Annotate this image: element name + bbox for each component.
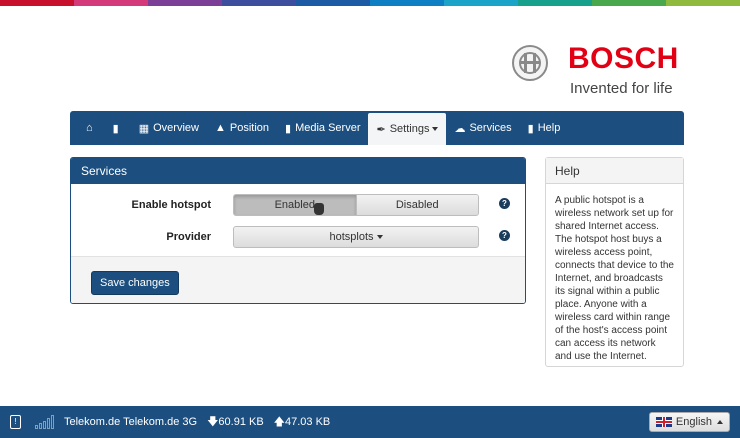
chevron-down-icon (376, 235, 383, 239)
chevron-up-icon (717, 420, 723, 424)
sim-alert-icon: ! (10, 415, 21, 429)
nav-settings[interactable]: ✒ Settings (368, 113, 447, 145)
question-icon[interactable]: ? (499, 198, 510, 209)
help-panel-title: Help (546, 158, 683, 184)
nav-media-server[interactable]: ▮ Media Server (277, 111, 368, 145)
download-stat: 🡇60.91 KB (207, 413, 264, 432)
hotspot-label: Enable hotspot (131, 199, 211, 211)
top-color-strip (0, 0, 740, 6)
brand-name: BOSCH (568, 42, 679, 75)
nav-position[interactable]: ▲ Position (207, 111, 277, 145)
nav-home[interactable]: ⌂ (78, 111, 105, 145)
hotspot-toggle[interactable]: Enabled Disabled (233, 194, 479, 216)
brand-tagline: Invented for life (570, 80, 673, 97)
home-icon: ⌂ (86, 122, 93, 134)
main-navbar: ⌂ ▮ ▦ Overview ▲ Position ▮ Media Server ✒ S… (70, 111, 684, 145)
nav-media-server-label: Media Server (295, 122, 361, 134)
status-bar: ! Telekom.de Telekom.de 3G 🡇60.91 KB 🡅47… (0, 406, 740, 438)
cloud-icon: ☁ (454, 122, 466, 135)
grid-icon: ▦ (138, 122, 150, 135)
nav-help-label: Help (537, 122, 561, 134)
services-panel: Services Enable hotspot Enabled Disabled… (70, 157, 526, 304)
road-icon: ▲ (214, 122, 226, 134)
chat-icon: ▮ (112, 122, 119, 135)
download-value: 60.91 KB (218, 415, 264, 428)
nav-help[interactable]: ▮ Help (520, 111, 569, 145)
arrow-up-icon: 🡅 (273, 415, 285, 428)
upload-stat: 🡅47.03 KB (274, 413, 331, 432)
nav-overview-label: Overview (153, 122, 199, 134)
question-icon[interactable]: ? (499, 230, 510, 241)
file-icon: ▮ (285, 122, 292, 135)
arrow-down-icon: 🡇 (207, 415, 219, 428)
nav-messages[interactable]: ▮ (105, 111, 131, 145)
hand-cursor-icon (314, 203, 324, 215)
chevron-down-icon (432, 127, 439, 131)
provider-select[interactable]: hotsplots (233, 226, 479, 248)
book-icon: ▮ (527, 122, 534, 135)
uk-flag-icon (655, 417, 672, 427)
provider-label: Provider (166, 231, 211, 243)
provider-value: hotsplots (329, 231, 374, 243)
language-selector[interactable]: English (648, 412, 730, 432)
hotspot-enabled-option[interactable]: Enabled (234, 195, 356, 215)
help-panel: Help A public hotspot is a wireless netw… (545, 157, 684, 367)
wrench-icon: ✒ (376, 123, 386, 136)
hotspot-disabled-option[interactable]: Disabled (355, 195, 478, 215)
hotspot-row: Enable hotspot Enabled Disabled ? (71, 194, 525, 216)
bosch-logo: BOSCH Invented for life (512, 40, 692, 100)
nav-settings-label: Settings (389, 123, 430, 135)
nav-overview[interactable]: ▦ Overview (131, 111, 207, 145)
provider-row: Provider hotsplots ? (71, 226, 525, 248)
signal-strength-icon (35, 415, 55, 429)
services-panel-footer: Save changes (71, 256, 525, 303)
save-changes-button[interactable]: Save changes (91, 271, 179, 295)
nav-services[interactable]: ☁ Services (446, 111, 519, 145)
bosch-armature-icon (512, 45, 548, 81)
services-panel-title: Services (71, 158, 525, 184)
language-label: English (675, 416, 712, 428)
nav-services-label: Services (469, 122, 512, 134)
help-text: A public hotspot is a wireless network s… (555, 195, 674, 362)
nav-position-label: Position (229, 122, 269, 134)
upload-value: 47.03 KB (284, 415, 331, 428)
carrier-name: Telekom.de Telekom.de 3G (64, 416, 198, 428)
